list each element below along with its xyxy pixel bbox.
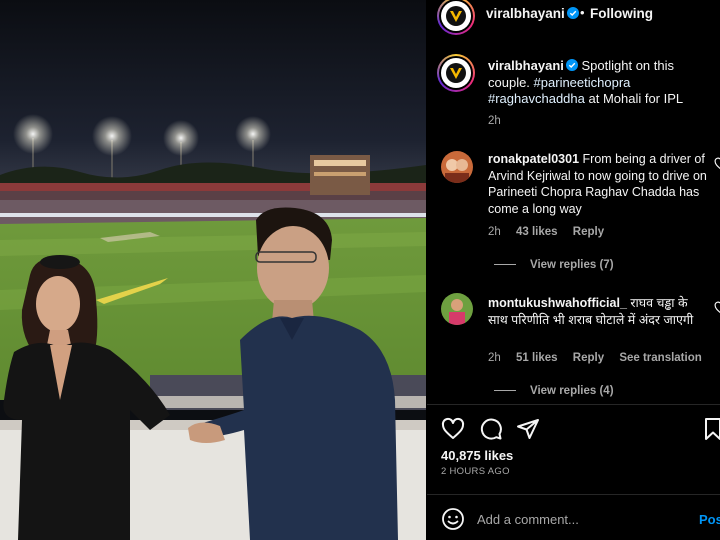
replies-line (494, 264, 516, 266)
bookmark-icon[interactable] (701, 417, 720, 441)
header-separator: • (580, 5, 585, 20)
verified-badge-icon (566, 7, 579, 19)
comment-meta: 2h 43 likes Reply (488, 226, 616, 238)
post-side-panel: viralbhayani • Following viralbhayani Sp… (427, 0, 720, 540)
view-replies-button[interactable]: View replies (4) (494, 385, 614, 397)
comment-likes[interactable]: 43 likes (516, 226, 558, 238)
header-username-link[interactable]: viralbhayani (486, 6, 565, 21)
comment-time[interactable]: 2h (488, 226, 501, 238)
comment-heart-icon[interactable] (714, 301, 720, 315)
post-comment-button[interactable]: Post (699, 512, 720, 527)
reply-button[interactable]: Reply (573, 226, 604, 238)
following-button[interactable]: Following (590, 6, 653, 21)
comment-icon[interactable] (479, 417, 503, 441)
reply-button[interactable]: Reply (573, 352, 604, 364)
post-caption: viralbhayani Spotlight on this couple. #… (488, 58, 713, 108)
comment-likes[interactable]: 51 likes (516, 352, 558, 364)
post-date[interactable]: 2 HOURS AGO (441, 466, 510, 477)
header-username[interactable]: viralbhayani (486, 6, 579, 21)
verified-badge-icon (565, 59, 578, 71)
comment-body: ronakpatel0301 From being a driver of Ar… (488, 151, 710, 217)
caption-timestamp[interactable]: 2h (488, 115, 501, 127)
view-replies-button[interactable]: View replies (7) (494, 259, 614, 271)
caption-username[interactable]: viralbhayani (488, 58, 564, 73)
post-photo[interactable] (0, 0, 426, 540)
comment-meta: 2h 51 likes Reply See translation (488, 352, 714, 364)
header-avatar[interactable] (437, 0, 475, 35)
comment-avatar[interactable] (441, 151, 473, 183)
viral-logo-icon (441, 1, 471, 31)
add-comment-input[interactable] (477, 509, 687, 529)
section-divider (427, 494, 720, 495)
comment-username[interactable]: montukushwahofficial_ (488, 296, 627, 310)
view-replies-label[interactable]: View replies (7) (530, 259, 614, 271)
heart-icon[interactable] (441, 417, 465, 441)
caption-avatar[interactable] (437, 54, 475, 92)
view-replies-label[interactable]: View replies (4) (530, 385, 614, 397)
hashtag-link[interactable]: #parineetichopra (534, 75, 631, 90)
emoji-icon[interactable] (441, 507, 465, 531)
caption-tail: at Mohali for IPL (588, 91, 684, 106)
comment-heart-icon[interactable] (714, 157, 720, 171)
share-icon[interactable] (516, 417, 540, 441)
comment-username[interactable]: ronakpatel0301 (488, 152, 579, 166)
likes-count[interactable]: 40,875 likes (441, 448, 513, 463)
comment-body: montukushwahofficial_ राघव चड्ढा के साथ … (488, 295, 710, 328)
comment-time[interactable]: 2h (488, 352, 501, 364)
stadium-photo-image (0, 0, 426, 540)
see-translation-button[interactable]: See translation (619, 352, 701, 364)
viral-logo-icon (441, 58, 471, 88)
replies-line (494, 390, 516, 392)
comment-avatar[interactable] (441, 293, 473, 325)
section-divider (427, 404, 720, 405)
hashtag-link[interactable]: #raghavchaddha (488, 91, 585, 106)
